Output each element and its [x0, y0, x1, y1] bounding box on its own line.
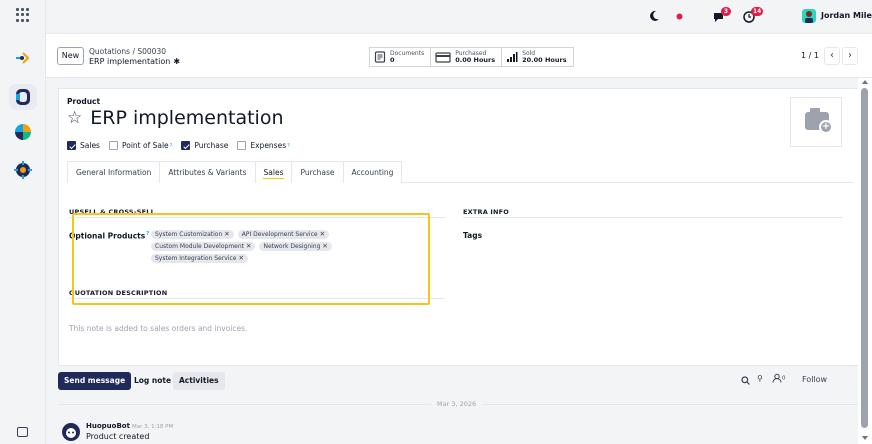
app-inventory-icon[interactable]	[13, 122, 33, 142]
followers-count: 0	[782, 375, 786, 382]
expenses-label: Expenses	[250, 141, 287, 150]
app-sidebar	[0, 0, 46, 444]
bot-avatar	[62, 423, 80, 441]
search-icon[interactable]	[741, 376, 750, 387]
followers-icon[interactable]: 0	[772, 373, 786, 385]
clock-icon[interactable]: 14	[743, 7, 764, 25]
purchased-value: 0.00 Hours	[455, 56, 496, 64]
gear-icon[interactable]: ✱	[173, 57, 180, 66]
app-settings-icon[interactable]	[13, 160, 33, 180]
extra-info-heading: EXTRA INFO	[463, 208, 510, 216]
purchase-checkbox[interactable]	[181, 141, 191, 150]
documents-label: Documents	[390, 50, 425, 57]
tab-purchase[interactable]: Purchase	[291, 161, 344, 183]
breadcrumb-order-link[interactable]: S00030	[137, 47, 166, 56]
product-type-checkboxes: Sales Point of Sale? Purchase Expenses?	[67, 141, 299, 150]
purchased-smart-button[interactable]: Purchased 0.00 Hours	[431, 47, 503, 67]
tab-label: General Information	[76, 168, 152, 177]
sidebar-toggle-icon[interactable]	[17, 427, 28, 437]
message-body: Product created	[86, 432, 150, 441]
date-divider-label: Mar 3, 2026	[431, 400, 483, 408]
status-dot-icon[interactable]	[676, 13, 683, 22]
send-message-button[interactable]: Send message	[58, 372, 132, 390]
quotation-description-input[interactable]: This note is added to sales orders and i…	[69, 324, 247, 333]
expenses-checkbox[interactable]	[237, 141, 247, 150]
moon-icon[interactable]	[648, 10, 660, 24]
document-icon	[374, 51, 386, 63]
sales-label: Sales	[80, 141, 100, 150]
credit-card-icon	[435, 51, 451, 63]
record-name-text: ERP implementation	[89, 57, 171, 66]
purchase-label: Purchase	[194, 141, 229, 150]
chat-icon[interactable]: 3	[713, 7, 731, 25]
active-tab-underline	[262, 177, 285, 179]
sold-value: 20.00 Hours	[522, 56, 567, 64]
breadcrumb-quotations-link[interactable]: Quotations	[89, 47, 130, 56]
message-time: Mar 3, 1:18 PM	[131, 424, 174, 430]
checkbox-point-of-sale[interactable]: Point of Sale?	[108, 141, 173, 150]
point-of-sale-checkbox[interactable]	[108, 141, 118, 150]
messages-badge: 3	[721, 7, 731, 16]
documents-smart-button[interactable]: Documents 0	[369, 47, 432, 67]
sales-checkbox[interactable]	[67, 141, 76, 150]
activities-button[interactable]: Activities	[173, 372, 225, 390]
sold-smart-button[interactable]: Sold 20.00 Hours	[502, 47, 574, 67]
scroll-down-arrow-icon[interactable]	[862, 436, 868, 440]
tab-general-information[interactable]: General Information	[67, 161, 161, 183]
tags-label: Tags	[463, 231, 483, 240]
title-row: ☆ ERP implementation	[67, 107, 284, 129]
checkbox-expenses[interactable]: Expenses?	[237, 141, 290, 150]
form-sheet: Product ☆ ERP implementation Sales Point…	[58, 88, 860, 366]
upsell-highlight-box	[72, 213, 430, 305]
checkbox-purchase[interactable]: Purchase	[181, 141, 228, 150]
app-arrow-icon[interactable]	[13, 48, 33, 68]
tab-label: Accounting	[351, 168, 394, 177]
pager-value: 1 / 1	[801, 51, 819, 60]
log-note-button[interactable]: Log note	[128, 372, 177, 390]
tab-accounting[interactable]: Accounting	[342, 161, 403, 183]
app-sales-icon[interactable]	[9, 84, 37, 110]
activity-badge: 14	[751, 7, 764, 16]
scroll-up-arrow-icon[interactable]	[862, 80, 868, 84]
tab-attributes-variants[interactable]: Attributes & Variants	[159, 161, 256, 183]
checkbox-sales[interactable]: Sales	[67, 141, 100, 150]
help-icon[interactable]: ?	[287, 143, 290, 149]
product-title[interactable]: ERP implementation	[90, 107, 283, 129]
user-name[interactable]: Jordan Miles	[821, 11, 872, 20]
bar-chart-icon	[506, 51, 518, 63]
smart-buttons: Documents 0 Purchased 0.00 Hours Sold 20.00…	[369, 47, 574, 67]
author-name: HuopuoBot	[86, 422, 130, 430]
plus-icon: +	[819, 120, 833, 134]
scrollbar-thumb[interactable]	[861, 88, 868, 428]
main-content: Product ☆ ERP implementation Sales Point…	[46, 78, 860, 444]
help-icon[interactable]: ?	[170, 143, 173, 149]
tab-sales[interactable]: Sales	[254, 161, 293, 183]
tab-label: Purchase	[300, 168, 335, 177]
product-image-upload[interactable]: +	[790, 97, 842, 147]
app-menu-grid-icon[interactable]	[16, 8, 30, 22]
paperclip-icon[interactable]: ⚲	[757, 374, 763, 383]
follow-button[interactable]: Follow	[802, 375, 827, 384]
control-panel: New Quotations / S00030 ERP implementati…	[46, 34, 872, 78]
product-label: Product	[67, 97, 101, 106]
pager-next-button[interactable]: ›	[842, 47, 858, 65]
section-divider	[463, 217, 843, 218]
new-button[interactable]: New	[57, 47, 84, 65]
scrollbar[interactable]	[858, 78, 872, 444]
record-name: ERP implementation ✱	[89, 57, 180, 66]
tab-label: Sales	[263, 168, 284, 177]
favorite-star-icon[interactable]: ☆	[67, 109, 82, 127]
pager-previous-button[interactable]: ‹	[824, 47, 840, 65]
breadcrumb-separator: /	[132, 47, 135, 56]
point-of-sale-label: Point of Sale	[121, 141, 169, 150]
breadcrumb: Quotations / S00030	[89, 47, 166, 56]
notebook-tabs: General Information Attributes & Variant…	[67, 161, 854, 183]
avatar[interactable]	[802, 9, 816, 23]
documents-value: 0	[390, 56, 395, 64]
top-navbar: 3 14 Jordan Miles	[46, 0, 872, 34]
chatter-toolbar: Send message Log note Activities ⚲ 0 Fol…	[58, 370, 860, 392]
message-author: HuopuoBot Mar 3, 1:18 PM	[86, 422, 173, 430]
tab-label: Attributes & Variants	[168, 168, 247, 177]
